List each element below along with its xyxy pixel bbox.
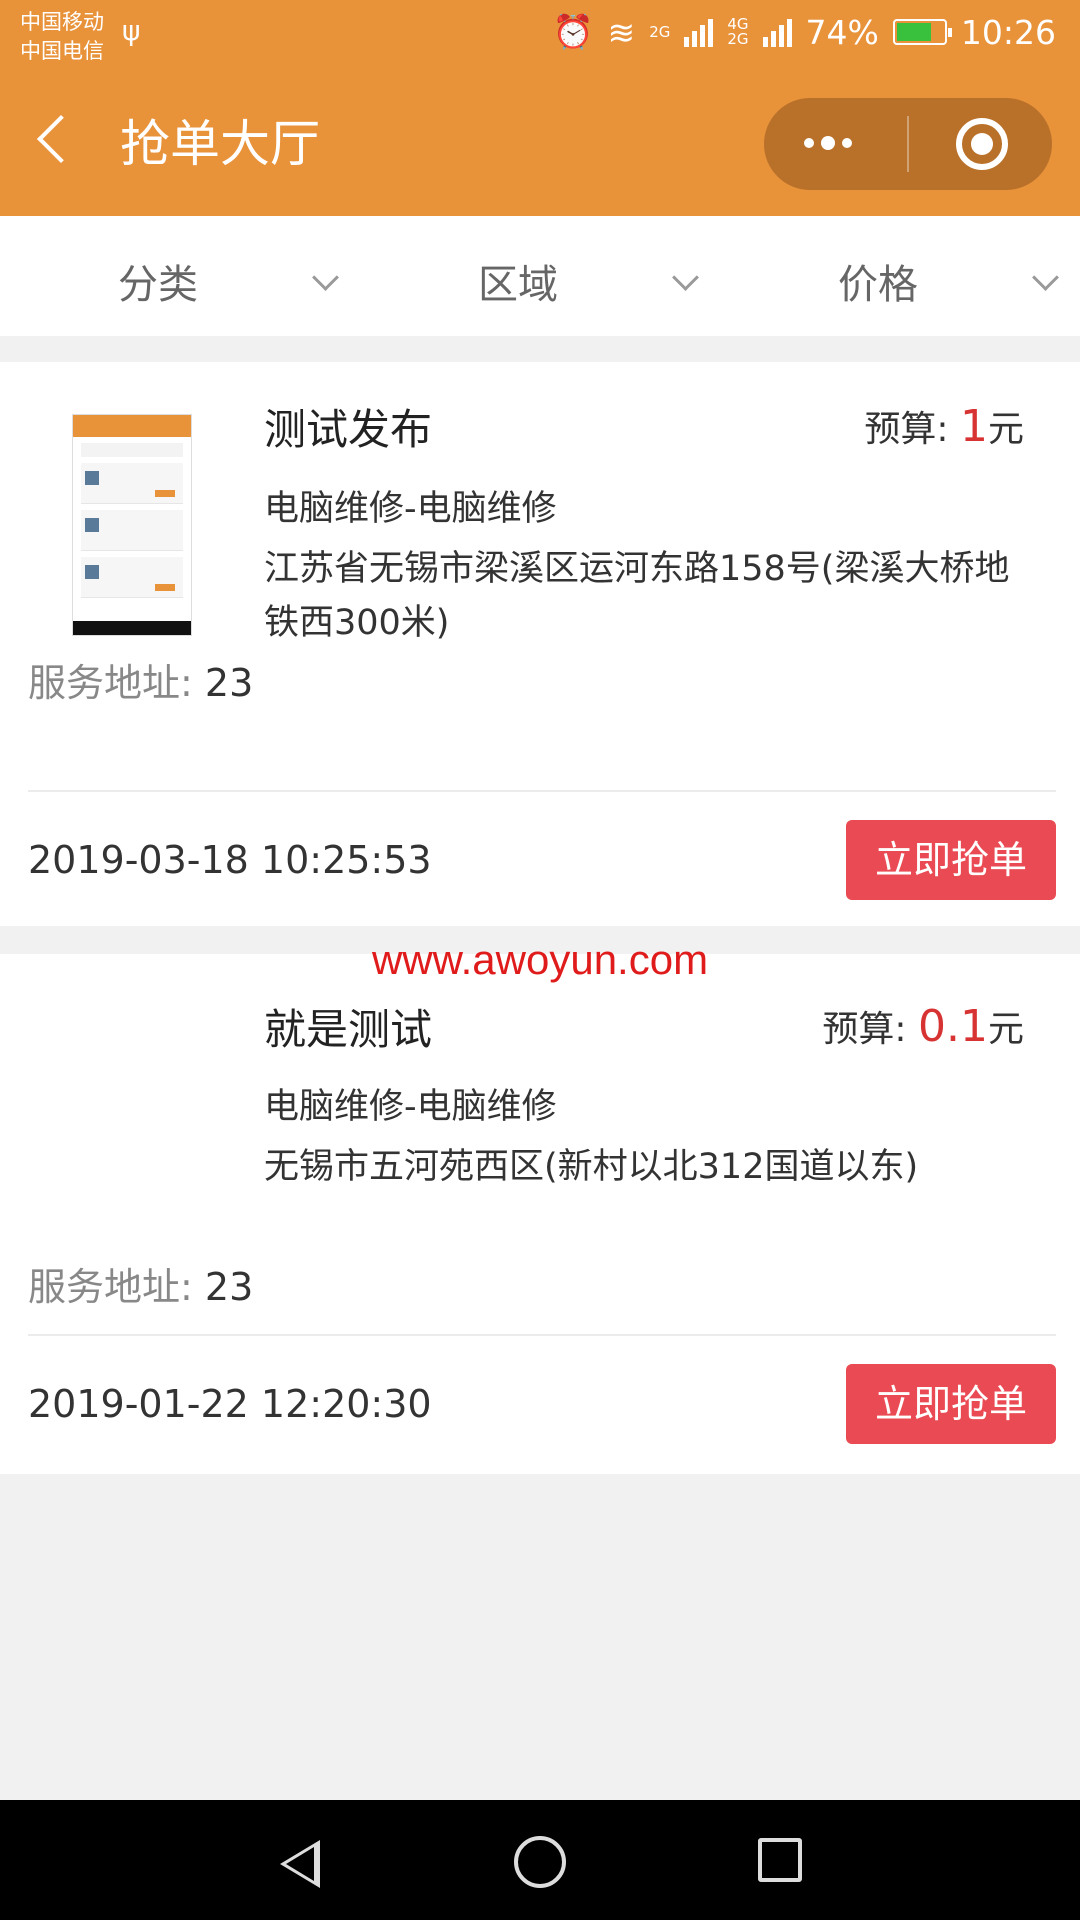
budget-amount: 1: [959, 401, 988, 452]
budget-unit: 元: [987, 1009, 1024, 1050]
battery-fill: [896, 23, 931, 41]
network-type-2: 4G 2G: [727, 15, 749, 48]
service-address-value: 23: [204, 1265, 254, 1309]
nav-back-icon[interactable]: [280, 1840, 320, 1888]
back-icon[interactable]: [36, 114, 86, 164]
mini-program-capsule: [764, 98, 1052, 190]
grab-order-button[interactable]: 立即抢单: [846, 1364, 1056, 1444]
order-title: 就是测试: [264, 1005, 433, 1054]
chevron-down-icon: [672, 263, 699, 291]
signal-icon-2: [762, 17, 792, 47]
nav-recent-apps-icon[interactable]: [758, 1838, 802, 1882]
budget-amount: 0.1: [918, 1001, 988, 1052]
filter-bar: 分类 区域 价格: [0, 216, 1080, 336]
carrier-info: 中国移动 中国电信: [20, 8, 104, 66]
order-budget: 预算: 0.1元: [822, 1000, 1024, 1052]
order-card[interactable]: 测试发布 预算: 1元 电脑维修-电脑维修 江苏省无锡市梁溪区运河东路158号(…: [0, 362, 1080, 926]
close-icon[interactable]: [956, 118, 1008, 170]
capsule-divider: [907, 116, 909, 172]
chevron-down-icon: [312, 263, 339, 291]
carrier-2: 中国电信: [20, 39, 104, 63]
order-category: 电脑维修-电脑维修: [264, 489, 557, 529]
order-datetime: 2019-03-18 10:25:53: [28, 838, 432, 882]
service-address-value: 23: [204, 661, 254, 705]
service-address-label: 服务地址:: [28, 1265, 193, 1309]
network-type-1: 2G: [649, 22, 671, 41]
signal-icon: [684, 17, 714, 47]
budget-label: 预算:: [864, 409, 949, 450]
budget-unit: 元: [987, 409, 1024, 450]
order-thumbnail: [72, 414, 192, 636]
battery-icon: [892, 19, 952, 45]
order-datetime: 2019-01-22 12:20:30: [28, 1382, 432, 1426]
filter-price-label: 价格: [838, 262, 918, 308]
divider: [28, 790, 1056, 792]
filter-region-label: 区域: [478, 262, 558, 308]
service-address-label: 服务地址:: [28, 661, 193, 705]
service-address: 服务地址: 23: [28, 1256, 253, 1311]
filter-price[interactable]: 价格: [838, 252, 1059, 310]
budget-label: 预算:: [822, 1009, 907, 1050]
order-address: 江苏省无锡市梁溪区运河东路158号(梁溪大桥地铁西300米): [264, 549, 1010, 643]
nav-bar: 抢单大厅: [0, 72, 1080, 216]
filter-category-label: 分类: [118, 262, 198, 308]
watermark: www.awoyun.com: [371, 936, 709, 983]
order-category: 电脑维修-电脑维修: [264, 1087, 557, 1127]
alarm-icon: ⏰: [552, 12, 594, 51]
grab-order-button[interactable]: 立即抢单: [846, 820, 1056, 900]
status-bar: 中国移动 中国电信 ψ ⏰ ≋ 2G 4G 2G 74% 10:26: [0, 0, 1080, 72]
nav-home-icon[interactable]: [514, 1836, 566, 1888]
divider: [28, 1334, 1056, 1336]
more-icon[interactable]: [804, 136, 852, 150]
filter-category[interactable]: 分类: [118, 252, 339, 310]
order-address: 无锡市五河苑西区(新村以北312国道以东): [264, 1147, 919, 1187]
clock: 10:26: [960, 12, 1056, 52]
filter-region[interactable]: 区域: [478, 252, 699, 310]
order-card[interactable]: 就是测试 预算: 0.1元 电脑维修-电脑维修 无锡市五河苑西区(新村以北312…: [0, 954, 1080, 1474]
service-address: 服务地址: 23: [28, 652, 253, 707]
wifi-icon: ≋: [607, 12, 636, 52]
order-title: 测试发布: [264, 405, 433, 454]
order-budget: 预算: 1元: [864, 400, 1024, 452]
usb-icon: ψ: [122, 14, 141, 47]
battery-percent: 74%: [805, 12, 879, 52]
page-title: 抢单大厅: [120, 115, 320, 173]
chevron-down-icon: [1032, 263, 1059, 291]
status-right: ⏰ ≋ 2G 4G 2G 74% 10:26: [552, 12, 1056, 52]
system-navigation-bar: [0, 1800, 1080, 1920]
carrier-1: 中国移动: [20, 10, 104, 34]
